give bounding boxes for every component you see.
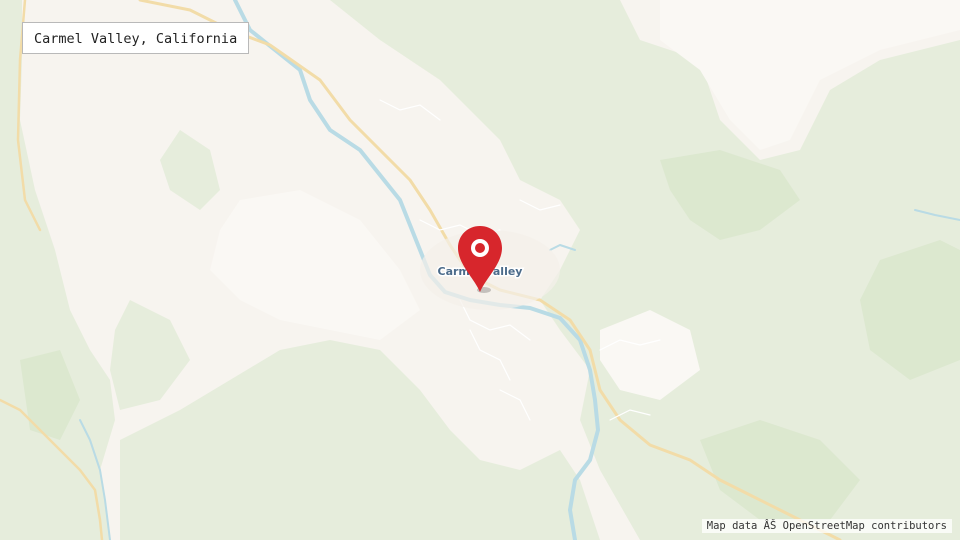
map-attribution[interactable]: Map data ÂŠ OpenStreetMap contributors: [701, 519, 952, 533]
map-canvas[interactable]: Carmel Valley: [0, 0, 960, 540]
map-title: Carmel Valley, California: [22, 22, 250, 54]
